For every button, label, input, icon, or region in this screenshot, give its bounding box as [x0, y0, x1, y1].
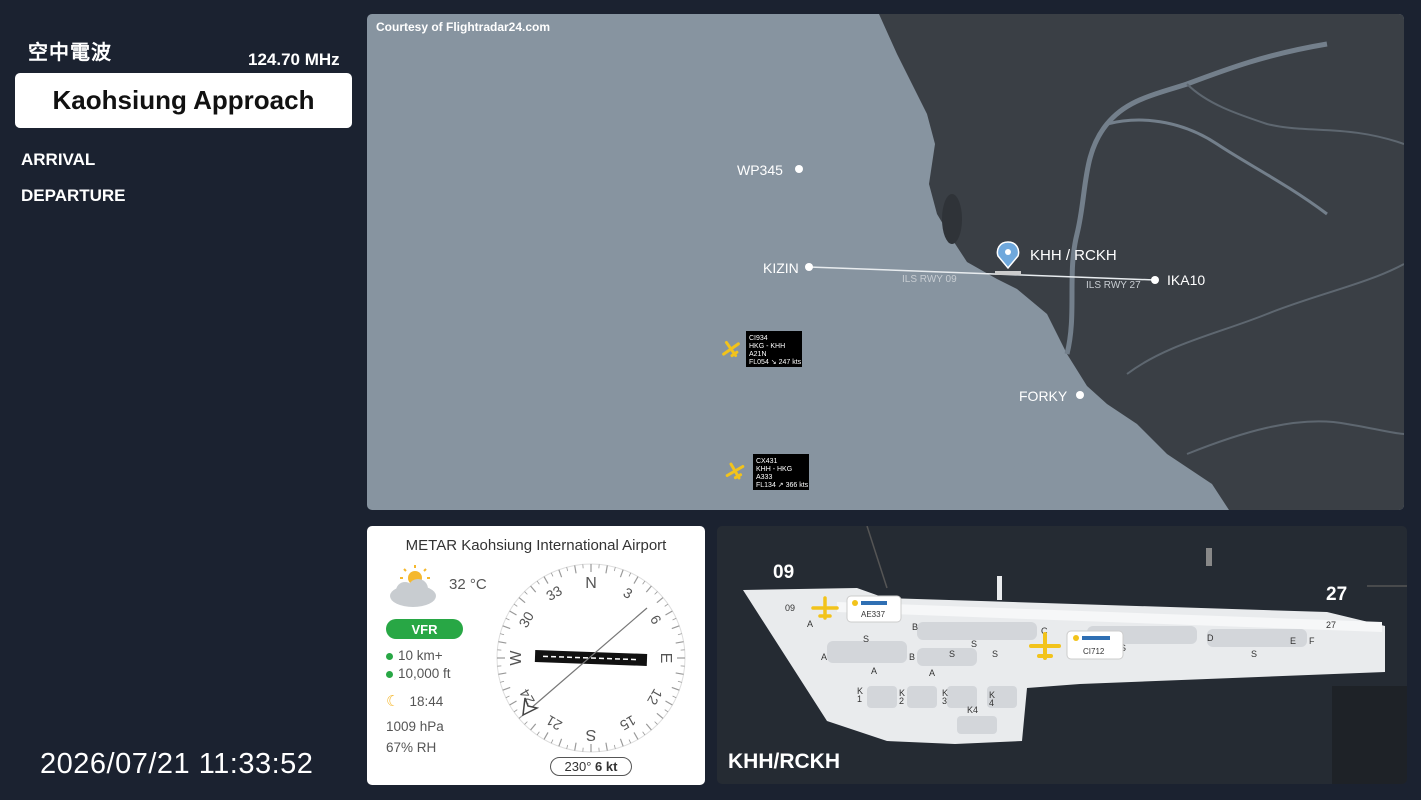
nav-arrival[interactable]: ARRIVAL	[21, 150, 95, 170]
ils-label: ILS RWY 27	[1086, 280, 1141, 291]
compass-label: S	[586, 726, 597, 743]
map-canvas: WP345 KIZIN IKA10 FORKY ILS RWY 09 ILS R…	[719, 14, 1404, 510]
brand-logo: 空中電波	[28, 40, 112, 64]
runway	[995, 271, 1021, 275]
taxiway-label: A	[871, 666, 877, 676]
taxiway-label: B	[912, 622, 918, 632]
waypoint-label: IKA10	[1167, 272, 1205, 288]
wind-badge: 230° 6 kt	[550, 757, 632, 776]
tower	[997, 576, 1002, 600]
runway-27-label: 27	[1326, 584, 1348, 605]
taxiway-label: A	[929, 668, 935, 678]
airport-diagram[interactable]: 09 A A A A S B B S S S C S D S E F 27 K1…	[717, 526, 1407, 784]
aircraft-icon[interactable]	[719, 337, 743, 360]
taxiway-label: S	[971, 639, 977, 649]
humidity: 67% RH	[386, 740, 437, 755]
status-dot-icon	[386, 670, 393, 678]
flight-callsign: CX431	[756, 458, 778, 465]
taxiway-label: F	[1309, 636, 1315, 646]
nav-departure[interactable]: DEPARTURE	[21, 186, 126, 206]
flight-info: FL054 ↘ 247 kts	[749, 359, 802, 366]
waypoint-label: WP345	[737, 162, 783, 178]
flight-route: HKG - KHH	[749, 343, 785, 350]
status-dot-icon	[386, 652, 393, 660]
map-credit: Courtesy of Flightradar24.com	[376, 20, 551, 34]
visibility: 10 km+	[386, 648, 443, 663]
waypoint-marker	[1151, 276, 1159, 284]
wind-compass: N E S W 3 6 12 15 21 24 30 33	[496, 563, 686, 753]
ceiling-value: 10,000 ft	[398, 666, 451, 681]
land-mass	[879, 14, 1404, 510]
waypoint-marker	[795, 165, 803, 173]
flight-info: FL134 ↗ 366 kts	[756, 482, 809, 489]
temperature: 32 °C	[449, 576, 487, 593]
waypoint-marker	[805, 263, 813, 271]
taxiway-label: 09	[785, 603, 795, 613]
moon-icon: ☾	[386, 692, 400, 710]
flight-route: KHH - HKG	[756, 466, 792, 473]
aircraft-icon[interactable]	[723, 460, 747, 483]
airline-logo-icon	[852, 600, 858, 606]
metar-title: METAR Kaohsiung International Airport	[405, 537, 667, 554]
frequency-label: 124.70 MHz	[248, 50, 340, 69]
waypoint-label: KIZIN	[763, 260, 799, 276]
diagram-canvas: 09 A A A A S B B S S S C S D S E F 27 K1…	[743, 526, 1407, 784]
flight-type: A21N	[749, 351, 767, 358]
pressure: 1009 hPa	[386, 719, 444, 734]
compass-label: N	[585, 575, 597, 592]
airline-logo-icon	[861, 601, 887, 605]
lagoon	[942, 194, 962, 244]
airline-logo-icon	[1082, 636, 1110, 640]
taxiway-label: A	[821, 652, 827, 662]
taxiway-label: B	[909, 652, 915, 662]
taxiway-label: K4	[967, 705, 978, 715]
taxiway-label: S	[992, 649, 998, 659]
waypoint-marker	[1076, 391, 1084, 399]
building	[1206, 548, 1212, 566]
ceiling: 10,000 ft	[386, 666, 451, 681]
metar-panel: METAR Kaohsiung International Airport 32…	[367, 526, 705, 785]
compass-label: W	[508, 650, 525, 666]
taxiway-label: S	[863, 634, 869, 644]
aircraft-callsign: CI712	[1083, 647, 1105, 656]
partly-cloudy-icon	[390, 565, 436, 607]
airline-logo-icon	[1073, 635, 1079, 641]
taxiway-label: E	[1290, 636, 1296, 646]
visibility-value: 10 km+	[398, 648, 443, 663]
time-value: 18:44	[409, 694, 444, 709]
lake	[1013, 462, 1037, 478]
aircraft-callsign: AE337	[861, 610, 886, 619]
flight-callsign: CI934	[749, 335, 768, 342]
radar-map[interactable]: WP345 KIZIN IKA10 FORKY ILS RWY 09 ILS R…	[367, 14, 1404, 510]
airport-code: KHH/RCKH	[728, 750, 840, 773]
taxiway-label: S	[1251, 649, 1257, 659]
taxiway-label: D	[1207, 633, 1214, 643]
runway-09-label: 09	[773, 562, 795, 583]
taxiway-label: A	[807, 619, 813, 629]
observation-time: ☾ 18:44	[386, 692, 443, 710]
channel-title[interactable]: Kaohsiung Approach	[15, 73, 352, 128]
flight-type: A333	[756, 474, 772, 481]
wind-direction: 230°	[564, 759, 592, 774]
clock: 2026/07/21 11:33:52	[40, 748, 314, 780]
taxiway-label: 27	[1326, 620, 1336, 630]
compass-label: E	[657, 653, 674, 664]
flight-category-badge: VFR	[386, 619, 463, 639]
terrain	[1332, 686, 1407, 784]
waypoint-label: FORKY	[1019, 388, 1068, 404]
airport-label: KHH / RCKH	[1030, 247, 1117, 264]
ils-label: ILS RWY 09	[902, 274, 957, 285]
taxiway-label: S	[949, 649, 955, 659]
road	[866, 526, 888, 589]
wind-speed: 6 kt	[595, 759, 618, 774]
